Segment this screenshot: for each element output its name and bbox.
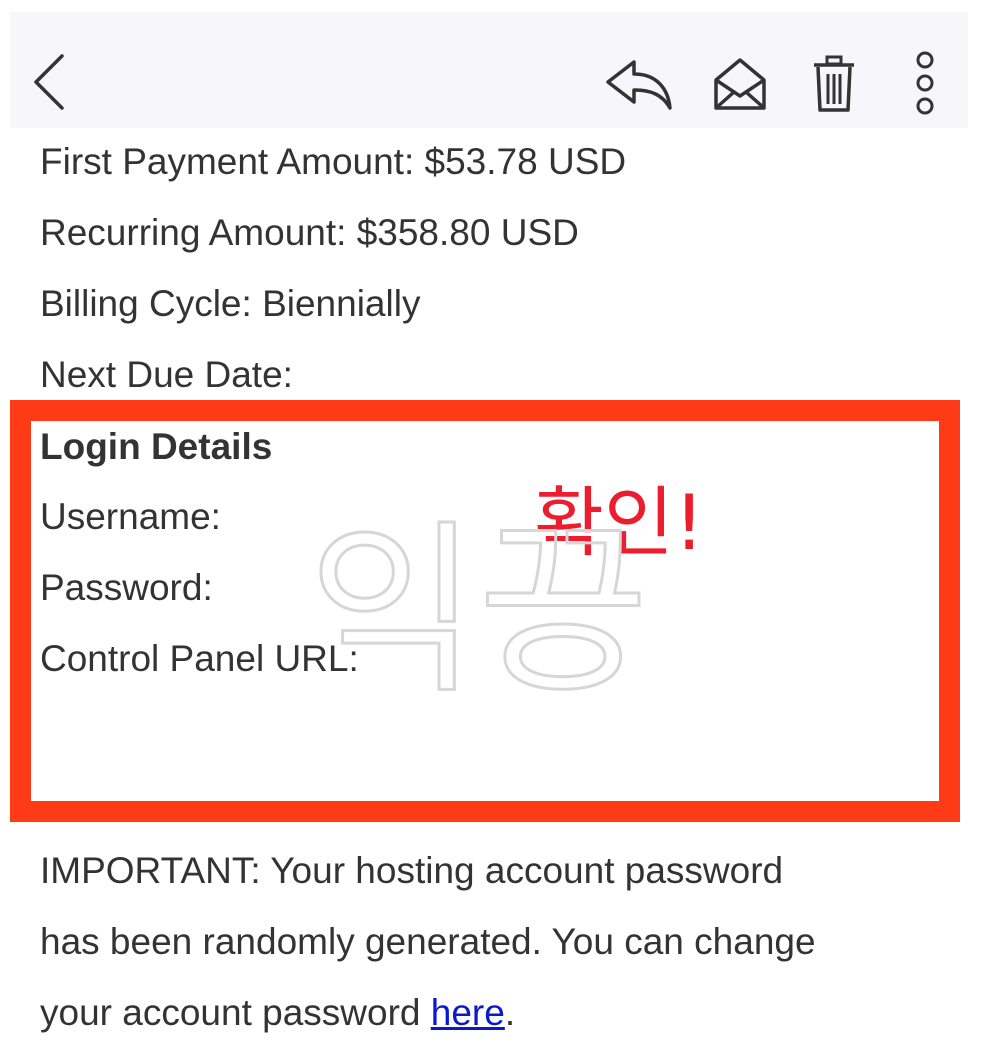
email-toolbar <box>10 12 968 129</box>
recurring-amount: Recurring Amount: $358.80 USD <box>40 212 579 253</box>
more-vertical-icon[interactable] <box>910 50 940 116</box>
important-notice-line-1: IMPORTANT: Your hosting account password <box>40 850 784 891</box>
highlight-box <box>10 400 960 822</box>
envelope-open-icon[interactable] <box>712 56 768 112</box>
back-chevron-icon[interactable] <box>32 52 66 112</box>
next-due-date: Next Due Date: <box>40 354 293 395</box>
change-password-link[interactable]: here <box>431 992 505 1033</box>
important-notice-line-3: your account password here. <box>40 991 515 1035</box>
reply-icon[interactable] <box>604 58 674 112</box>
important-notice-suffix: . <box>504 992 516 1033</box>
first-payment-amount: First Payment Amount: $53.78 USD <box>40 141 627 182</box>
trash-icon[interactable] <box>812 54 856 114</box>
billing-cycle: Billing Cycle: Biennially <box>40 283 421 324</box>
important-notice-line-2: has been randomly generated. You can cha… <box>40 921 816 962</box>
important-notice-prefix: your account password <box>40 992 431 1033</box>
annotation-text: 확인! <box>534 478 705 567</box>
